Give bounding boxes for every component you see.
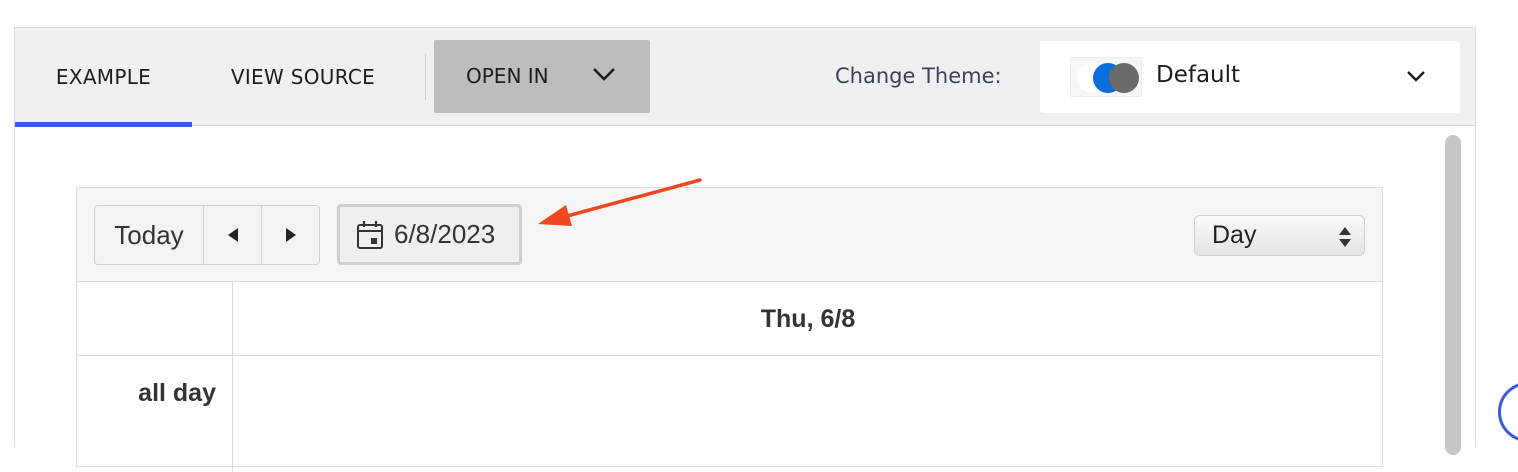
annotation-arrow-icon bbox=[538, 178, 702, 226]
